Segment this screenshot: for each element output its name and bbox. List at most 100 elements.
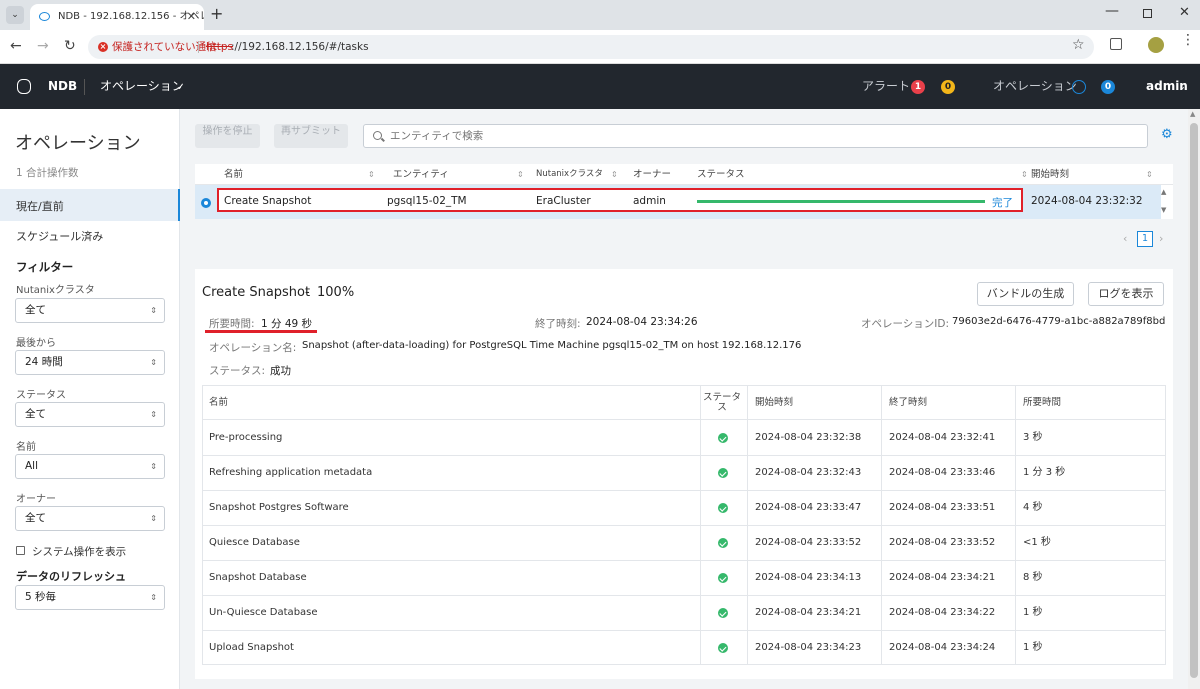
resubmit-button[interactable]: 再サブミット xyxy=(274,124,348,148)
stop-operation-label: 操作を停止 xyxy=(202,126,253,137)
new-tab-icon[interactable]: + xyxy=(210,4,223,23)
close-window-icon[interactable]: ✕ xyxy=(1179,5,1190,20)
sort-icon[interactable]: ⇕ xyxy=(368,164,375,185)
filter-title: フィルター xyxy=(16,260,74,274)
tab-title: NDB - 192.168.12.156 - オペレー xyxy=(58,11,204,22)
select-arrows-icon: ⇕ xyxy=(150,514,157,523)
row-progress-track xyxy=(697,200,985,203)
steps-col-name: 名前 xyxy=(209,397,229,408)
page-next-icon[interactable]: › xyxy=(1159,232,1163,245)
col-entity[interactable]: エンティティ xyxy=(393,164,449,185)
filter-owner-select[interactable]: 全て ⇕ xyxy=(15,506,165,531)
ops-table-row[interactable]: Create Snapshot pgsql15-02_TM EraCluster… xyxy=(195,185,1161,219)
step-row: Snapshot Postgres Software 2024-08-04 23… xyxy=(203,491,1165,526)
step-row: Pre-processing 2024-08-04 23:32:38 2024-… xyxy=(203,421,1165,456)
step-row: Refreshing application metadata 2024-08-… xyxy=(203,456,1165,491)
step-name: Snapshot Database xyxy=(209,572,307,583)
detail-title: Create Snapshot xyxy=(202,285,311,300)
settings-gear-icon[interactable]: ⚙ xyxy=(1161,127,1173,142)
operations-count-badge[interactable]: 0 xyxy=(1101,80,1115,94)
scrollbar-thumb[interactable] xyxy=(1190,123,1198,678)
generate-bundle-button[interactable]: バンドルの生成 xyxy=(977,282,1074,306)
operations-spinner-icon xyxy=(1072,80,1086,94)
app-header: NDB オペレーション ⌄ アラート 1 0 オペレーション 0 admin ⌄ xyxy=(0,64,1200,109)
operation-name-label: オペレーション名: xyxy=(209,342,297,354)
browser-menu-icon[interactable]: ⋮ xyxy=(1181,33,1195,47)
alerts-label[interactable]: アラート xyxy=(862,64,910,109)
filter-range-select[interactable]: 24 時間 ⇕ xyxy=(15,350,165,375)
detail-panel: Create Snapshot - 100% バンドルの生成 ログを表示 所要時… xyxy=(195,269,1173,679)
sort-icon[interactable]: ⇕ xyxy=(517,164,524,185)
reload-icon[interactable]: ↻ xyxy=(64,38,76,54)
scroll-up-icon[interactable]: ▲ xyxy=(1161,188,1166,196)
tab-list-chevron-icon[interactable]: ⌄ xyxy=(6,6,24,24)
alert-critical-badge[interactable]: 1 xyxy=(911,80,925,94)
page-prev-icon[interactable]: ‹ xyxy=(1123,232,1127,245)
alert-warning-badge[interactable]: 0 xyxy=(941,80,955,94)
step-duration: 8 秒 xyxy=(1023,572,1043,583)
filter-status-select[interactable]: 全て ⇕ xyxy=(15,402,165,427)
app-name: NDB xyxy=(48,79,78,93)
col-name[interactable]: 名前 xyxy=(224,164,243,185)
success-check-icon xyxy=(718,538,728,548)
page-current[interactable]: 1 xyxy=(1137,231,1153,247)
row-entity[interactable]: pgsql15-02_TM xyxy=(387,195,467,207)
main-menu-chevron-icon[interactable]: ⌄ xyxy=(176,64,183,109)
filter-name-label: 名前 xyxy=(16,442,36,453)
sort-icon[interactable]: ⇕ xyxy=(1146,164,1153,185)
search-box[interactable] xyxy=(363,124,1148,148)
end-time-value: 2024-08-04 23:34:26 xyxy=(586,316,698,328)
forward-icon[interactable]: → xyxy=(37,38,49,54)
browser-tab[interactable]: NDB - 192.168.12.156 - オペレー ✕ xyxy=(30,4,204,30)
sort-icon[interactable]: ⇕ xyxy=(611,164,618,185)
filter-cluster-select[interactable]: 全て ⇕ xyxy=(15,298,165,323)
tab-close-icon[interactable]: ✕ xyxy=(187,4,196,30)
stop-operation-button[interactable]: 操作を停止 xyxy=(195,124,260,148)
view-log-label: ログを表示 xyxy=(1098,287,1154,300)
success-check-icon xyxy=(718,573,728,583)
extensions-icon[interactable] xyxy=(1110,38,1122,50)
col-start[interactable]: 開始時刻 xyxy=(1031,164,1069,185)
row-progress-fill xyxy=(697,200,985,203)
view-log-button[interactable]: ログを表示 xyxy=(1088,282,1164,306)
scroll-down-icon[interactable]: ▼ xyxy=(1161,206,1166,214)
search-input[interactable] xyxy=(390,128,1130,144)
filter-cluster-value: 全て xyxy=(25,304,46,316)
step-start: 2024-08-04 23:32:38 xyxy=(755,432,862,443)
scroll-up-arrow-icon[interactable]: ▲ xyxy=(1190,110,1195,118)
operation-id-value: 79603e2d-6476-4779-a1bc-a882a789f8bd xyxy=(952,316,1166,327)
row-name[interactable]: Create Snapshot xyxy=(224,195,311,207)
refresh-select[interactable]: 5 秒毎 ⇕ xyxy=(15,585,165,610)
col-owner[interactable]: オーナー xyxy=(633,164,671,185)
row-selected-radio-icon[interactable] xyxy=(201,198,211,208)
show-system-label[interactable]: システム操作を表示 xyxy=(32,544,126,559)
col-status[interactable]: ステータス xyxy=(697,164,745,185)
operations-label[interactable]: オペレーション xyxy=(993,64,1077,109)
url-path: ://192.168.12.156/#/tasks xyxy=(231,41,369,53)
bookmark-star-icon[interactable]: ☆ xyxy=(1072,37,1085,53)
steps-col-start: 開始時刻 xyxy=(755,397,794,408)
maximize-icon[interactable] xyxy=(1143,9,1152,18)
nav-current[interactable]: 現在/直前 xyxy=(0,189,180,221)
show-system-checkbox[interactable] xyxy=(16,546,25,555)
step-end: 2024-08-04 23:33:51 xyxy=(889,502,996,513)
col-cluster[interactable]: Nutanixクラスタ xyxy=(536,164,603,185)
step-end: 2024-08-04 23:32:41 xyxy=(889,432,996,443)
step-row: Upload Snapshot 2024-08-04 23:34:23 2024… xyxy=(203,631,1165,664)
profile-avatar[interactable] xyxy=(1148,37,1164,53)
user-menu-chevron-icon[interactable]: ⌄ xyxy=(1179,64,1186,109)
main-content: 操作を停止 再サブミット ⚙ 名前 ⇕ エンティティ ⇕ Nutanixクラスタ… xyxy=(180,109,1188,689)
duration-label: 所要時間: xyxy=(209,318,255,330)
step-name: Quiesce Database xyxy=(209,537,300,548)
nav-scheduled[interactable]: スケジュール済み xyxy=(16,228,103,244)
step-duration: 1 秒 xyxy=(1023,642,1043,653)
main-menu[interactable]: オペレーション xyxy=(100,64,184,109)
minimize-icon[interactable]: — xyxy=(1105,3,1119,19)
page-scrollbar[interactable]: ▲ xyxy=(1188,109,1200,689)
filter-name-select[interactable]: All ⇕ xyxy=(15,454,165,479)
duration-underline xyxy=(205,330,317,333)
sort-icon[interactable]: ⇕ xyxy=(1021,164,1028,185)
ndb-logo-icon xyxy=(17,79,31,94)
url-field[interactable]: × 保護されていない通信 https ://192.168.12.156/#/t… xyxy=(88,35,1094,59)
back-icon[interactable]: ← xyxy=(10,38,22,54)
